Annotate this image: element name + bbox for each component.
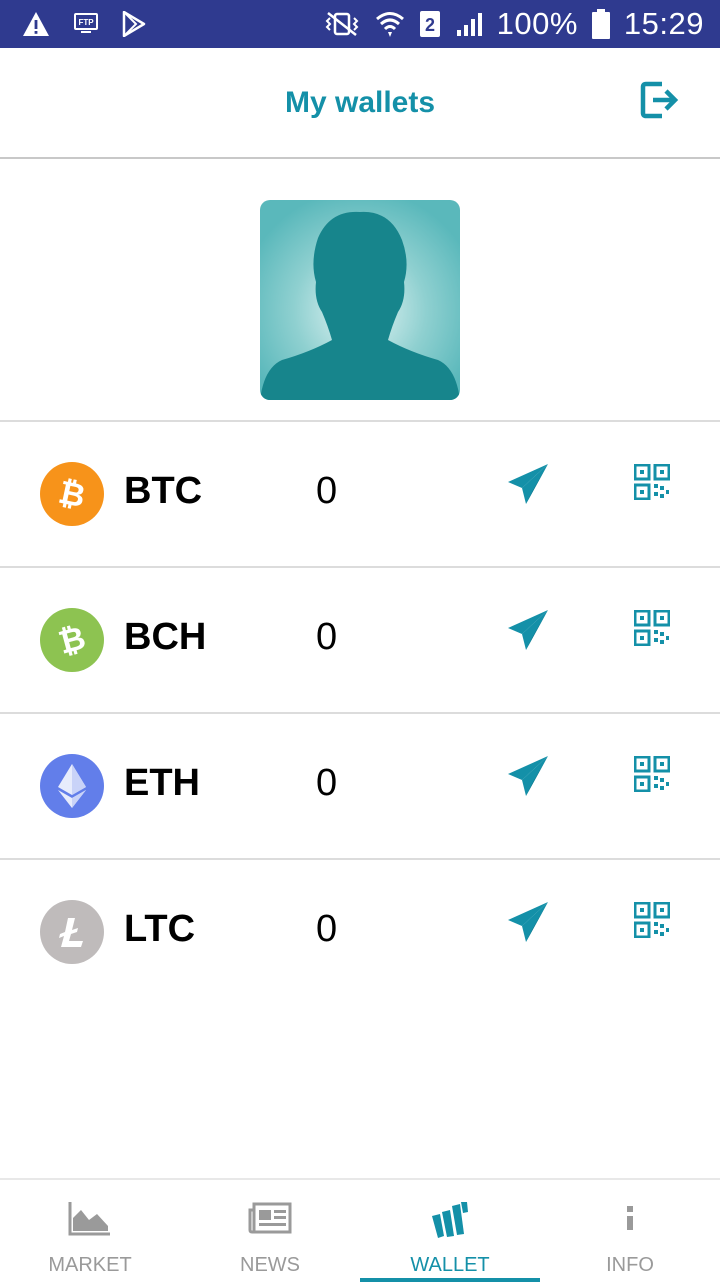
paper-plane-icon — [508, 610, 548, 650]
receive-qr-button[interactable] — [633, 609, 671, 647]
wallet-row-ltc[interactable]: LTC 0 — [0, 860, 720, 1005]
nav-label: MARKET — [48, 1254, 132, 1276]
qr-code-icon — [633, 755, 671, 793]
qr-code-icon — [633, 901, 671, 939]
bitcoin-cash-icon: ₿ — [40, 608, 104, 672]
info-icon — [624, 1202, 636, 1237]
battery-percentage: 100% — [496, 6, 578, 41]
app-header: My wallets — [0, 48, 720, 159]
avatar-silhouette-icon — [260, 200, 460, 400]
ethereum-icon — [40, 754, 104, 818]
svg-text:₿: ₿ — [54, 620, 89, 660]
send-button[interactable] — [506, 462, 550, 506]
sim-2-icon: 2 — [419, 10, 441, 38]
vibrate-mute-icon — [323, 11, 361, 37]
paper-plane-icon — [508, 464, 548, 504]
play-store-icon — [122, 11, 146, 37]
paper-plane-icon — [508, 756, 548, 796]
wallet-row-bch[interactable]: ₿ BCH 0 — [0, 568, 720, 713]
area-chart-icon — [68, 1202, 112, 1241]
coin-symbol: BTC — [124, 470, 203, 512]
wifi-icon — [375, 10, 405, 38]
nav-tab-wallet[interactable]: WALLET — [360, 1180, 540, 1282]
coin-symbol: LTC — [124, 908, 196, 950]
warning-icon — [22, 11, 50, 37]
page-title: My wallets — [284, 86, 436, 119]
receive-qr-button[interactable] — [633, 463, 671, 501]
nav-tab-info[interactable]: INFO — [540, 1180, 720, 1282]
nav-tab-market[interactable]: MARKET — [0, 1180, 180, 1282]
send-button[interactable] — [506, 900, 550, 944]
ftp-icon: FTP — [74, 13, 98, 35]
coin-balance: 0 — [316, 470, 338, 512]
coin-symbol: ETH — [124, 762, 200, 804]
battery-icon — [591, 9, 610, 39]
qr-code-icon — [633, 609, 671, 647]
coin-symbol: BCH — [124, 616, 207, 658]
nav-label: WALLET — [410, 1254, 490, 1276]
send-button[interactable] — [506, 754, 550, 798]
litecoin-icon — [40, 900, 104, 964]
paper-plane-icon — [508, 902, 548, 942]
wallet-row-eth[interactable]: ETH 0 — [0, 714, 720, 859]
receive-qr-button[interactable] — [633, 755, 671, 793]
coin-balance: 0 — [316, 762, 338, 804]
logout-icon — [640, 81, 679, 119]
svg-text:2: 2 — [425, 15, 435, 35]
active-tab-indicator — [360, 1278, 540, 1282]
send-button[interactable] — [506, 608, 550, 652]
wallet-logo-icon — [430, 1202, 470, 1245]
logout-button[interactable] — [640, 80, 680, 120]
qr-code-icon — [633, 463, 671, 501]
bitcoin-icon: ₿ — [40, 462, 104, 526]
coin-balance: 0 — [316, 908, 338, 950]
svg-text:FTP: FTP — [78, 18, 94, 27]
signal-icon — [455, 11, 483, 37]
profile-avatar[interactable] — [260, 200, 460, 400]
coin-balance: 0 — [316, 616, 338, 658]
clock: 15:29 — [623, 6, 704, 41]
bottom-navigation: MARKET NEWS WALLET INFO — [0, 1178, 720, 1282]
status-bar: FTP 2 100% 15:29 — [0, 0, 720, 48]
nav-label: INFO — [606, 1254, 654, 1276]
receive-qr-button[interactable] — [633, 901, 671, 939]
nav-label: NEWS — [240, 1254, 300, 1276]
wallet-row-btc[interactable]: ₿ BTC 0 — [0, 422, 720, 567]
nav-tab-news[interactable]: NEWS — [180, 1180, 360, 1282]
svg-text:₿: ₿ — [55, 474, 88, 514]
newspaper-icon — [248, 1202, 292, 1239]
